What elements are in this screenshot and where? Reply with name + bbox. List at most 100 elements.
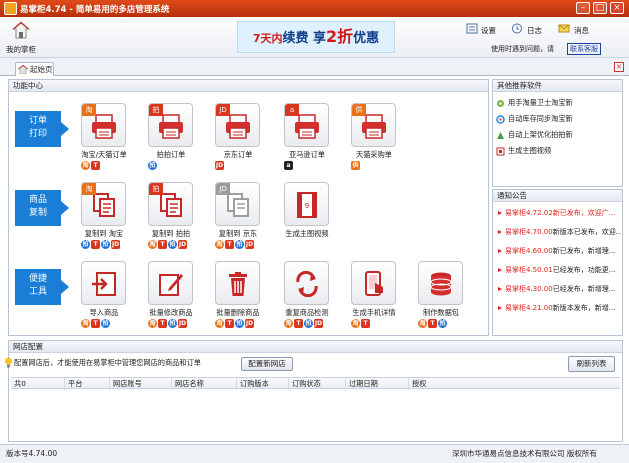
version-text: 版本号4.74.00 [6,449,58,458]
notice-version: 易掌柜4.30.00 [505,285,553,293]
notice-version: 易掌柜4.70.00 [505,228,553,236]
import-icon [92,272,116,296]
platform-tag: 拍 [149,104,163,116]
copy-icon [93,193,115,217]
copyright-text: 深圳市华通易点信息技术有限公司 版权所有 [452,449,597,458]
table-column-header[interactable]: 网店名称 [171,378,236,390]
amazon-order-tile[interactable]: a [284,103,329,147]
store-config-panel: 网店配置 [8,340,623,442]
batch-delete-tile[interactable] [215,261,260,305]
svg-text:9: 9 [305,202,309,210]
tmall-purchase-tile[interactable]: 供 [351,103,396,147]
notice-title: 通知公告 [493,190,622,202]
platform-tag: JD [216,183,230,195]
tab-close-icon[interactable]: × [614,62,624,72]
notice-version: 易掌柜4.50.01 [505,266,553,274]
status-bar: 版本号4.74.00 深圳市华通易点信息技术有限公司 版权所有 [0,444,629,463]
home-icon[interactable] [12,21,30,39]
printer-icon [226,114,250,139]
notice-text: 已经发布，新增理... [552,285,616,293]
notice-version: 易掌柜4.72.02 [505,209,553,217]
store-config-title: 网店配置 [9,341,622,353]
video-icon [496,147,505,156]
recommend-title: 其他推荐软件 [493,80,622,92]
main-image-video-tile[interactable]: 9 [284,182,329,226]
settings-link[interactable]: 设置 [481,25,496,36]
row-label-order-print: 订单 打印 [15,111,69,147]
notice-item[interactable]: 易掌柜4.72.02新已发布，欢迎广... [497,207,621,219]
copy-to-paipai-tile[interactable]: 拍 [148,182,193,226]
row-label-line1: 商品 [28,195,47,205]
recommend-item[interactable]: 生成主图视频 [496,145,620,157]
contact-support-link[interactable]: 联系客服 [567,43,601,55]
data-package-tile[interactable] [418,261,463,305]
minimize-button[interactable]: – [576,2,590,14]
row-label-product-copy: 商品 复制 [15,190,69,226]
table-column-header[interactable]: 订购版本 [236,378,288,390]
notice-item[interactable]: 易掌柜4.60.00新已发布，新增理... [497,245,621,257]
title-bar: 易掌柜4.74 - 简单易用的多店管理系统 – □ × [0,0,629,17]
platform-tag: 淘 [82,183,96,195]
home-label[interactable]: 我的掌柜 [6,44,36,55]
help-text: 使用时遇到问题，请 [491,45,554,53]
lightbulb-icon [5,357,12,368]
settings-icon[interactable] [466,23,478,34]
repeat-icon [296,271,318,297]
batch-edit-tile[interactable] [148,261,193,305]
message-icon[interactable] [558,23,570,34]
jd-order-tile[interactable]: JD [215,103,260,147]
window-title: 易掌柜4.74 - 简单易用的多店管理系统 [20,5,170,15]
function-center-title: 功能中心 [9,80,488,92]
promo-banner[interactable]: 7天内续费 享2折优惠 [237,21,395,53]
log-link[interactable]: 日志 [527,25,542,36]
log-icon[interactable] [511,23,523,34]
tab-start-page[interactable]: 起始页 [15,62,54,76]
copy-to-taobao-tile[interactable]: 淘 [81,182,126,226]
recommend-item[interactable]: 自动上架优化拍拍新 [496,129,620,141]
add-store-button[interactable]: 配置新网店 [241,357,293,371]
mobile-icon [365,271,383,296]
messages-link[interactable]: 消息 [574,25,589,36]
refresh-list-button[interactable]: 刷新列表 [568,356,615,372]
platform-tag: 拍 [149,183,163,195]
row-label-line1: 订单 [28,116,47,126]
table-column-header[interactable]: 订购状态 [288,378,345,390]
recommend-item-label: 用手淘量卫士淘宝新 [508,98,573,107]
platform-tag: a [285,104,299,116]
notice-item[interactable]: 易掌柜4.70.00新版本已发布，欢迎... [497,226,621,238]
notice-item[interactable]: 易掌柜4.30.00已经发布，新增理... [497,283,621,295]
maximize-button[interactable]: □ [593,2,607,14]
tab-label: 起始页 [30,65,53,74]
table-column-header[interactable]: 共0 [11,378,64,390]
notice-item[interactable]: 易掌柜4.50.01已经发布，功能更... [497,264,621,276]
table-column-header[interactable]: 过期日期 [345,378,408,390]
paipai-order-tile[interactable]: 拍 [148,103,193,147]
notice-text: 新版本已发布，欢迎... [552,228,621,236]
table-column-header[interactable]: 网店账号 [109,378,171,390]
printer-icon [295,114,319,139]
banner-text-1: 7天内 [252,32,283,45]
recommend-item-label: 自动上架优化拍拍新 [508,130,573,139]
banner-text-2: 续费 享 [282,31,327,46]
row-label-line2: 打印 [28,129,47,139]
printer-icon [159,114,183,139]
copy-to-jd-tile[interactable]: JD [215,182,260,226]
notice-text: 新版本发布，新增... [552,304,616,312]
notice-text: 已经发布，功能更... [552,266,616,274]
tab-strip [0,58,629,76]
row-label-line2: 复制 [28,208,47,218]
taobao-tmall-order-tile[interactable]: 淘 [81,103,126,147]
table-column-header[interactable]: 授权 [408,378,441,390]
close-button[interactable]: × [610,2,624,14]
recommend-item-label: 自动库存同步淘宝新 [508,114,573,123]
copy-icon [160,193,182,217]
table-column-header[interactable]: 平台 [64,378,109,390]
recommend-item[interactable]: 自动库存同步淘宝新 [496,113,620,125]
recommend-item[interactable]: 用手淘量卫士淘宝新 [496,97,620,109]
database-icon [430,272,452,296]
notice-item[interactable]: 易掌柜4.21.00新版本发布，新增... [497,302,621,314]
import-products-tile[interactable] [81,261,126,305]
duplicate-check-tile[interactable] [284,261,329,305]
notice-text: 新已发布，新增理... [552,247,616,255]
mobile-detail-tile[interactable] [351,261,396,305]
